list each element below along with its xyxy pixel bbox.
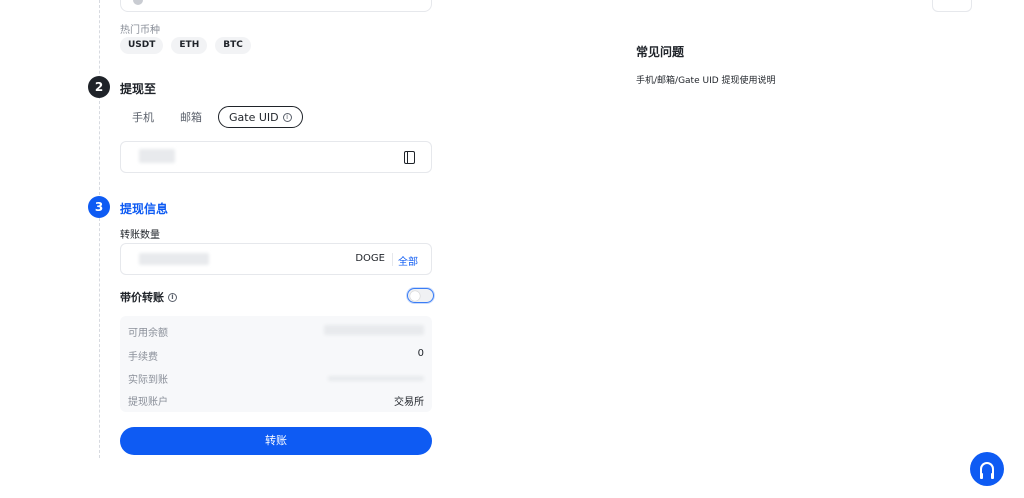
summary-row: 手续费 0 [128, 348, 424, 364]
step-3-title: 提现信息 [120, 202, 169, 216]
redacted-balance-value [324, 325, 424, 335]
price-transfer-toggle[interactable] [407, 288, 434, 303]
summary-key: 实际到账 [128, 375, 168, 386]
price-transfer-label: 带价转账 i [120, 289, 177, 305]
tab-phone[interactable]: 手机 [122, 106, 164, 128]
coin-icon [133, 0, 143, 5]
step-connector-line [99, 0, 100, 200]
coin-select-input[interactable] [120, 0, 432, 12]
hot-coin-chip-btc[interactable]: BTC [215, 37, 251, 54]
faq-link[interactable]: 手机/邮箱/Gate UID 提现使用说明 [636, 73, 776, 86]
address-book-icon[interactable] [404, 151, 415, 164]
step-3-badge: 3 [88, 196, 110, 218]
redacted-uid-value [139, 149, 175, 163]
amount-unit: DOGE [355, 253, 385, 264]
amount-all-button[interactable]: 全部 [398, 253, 418, 268]
summary-row: 可用余额 [128, 324, 424, 340]
hot-coin-chip-usdt[interactable]: USDT [120, 37, 164, 54]
step-2-title: 提现至 [120, 82, 157, 96]
summary-value: 交易所 [394, 397, 424, 408]
amount-divider [392, 253, 393, 266]
summary-key: 可用余额 [128, 328, 168, 339]
redacted-amount-value [139, 253, 209, 265]
summary-key: 提现账户 [128, 397, 168, 408]
transfer-button[interactable]: 转账 [120, 427, 432, 455]
price-transfer-text: 带价转账 [120, 291, 164, 304]
top-right-control[interactable] [932, 0, 972, 12]
toggle-knob [410, 290, 420, 301]
info-icon[interactable]: i [168, 292, 177, 302]
faq-title: 常见问题 [636, 45, 685, 59]
tab-gate-uid[interactable]: Gate UID i [218, 106, 303, 128]
tab-gate-uid-label: Gate UID [229, 110, 279, 124]
info-icon[interactable]: i [282, 112, 292, 122]
headset-icon [980, 462, 994, 479]
redacted-received-value [328, 376, 424, 381]
summary-value: 0 [417, 348, 424, 359]
hot-coins-label: 热门币种 [120, 25, 160, 36]
withdraw-target-tabs: 手机 邮箱 Gate UID i [122, 106, 303, 128]
hot-coins-list: USDT ETH BTC [120, 37, 251, 54]
step-2-badge: 2 [88, 76, 110, 98]
summary-row: 提现账户 交易所 [128, 393, 424, 409]
amount-input[interactable]: DOGE 全部 [120, 243, 432, 275]
amount-label: 转账数量 [120, 230, 160, 241]
withdraw-page: 热门币种 USDT ETH BTC 2 提现至 手机 邮箱 Gate UID i… [0, 0, 1024, 498]
step-connector-line-2 [99, 218, 100, 458]
summary-row: 实际到账 [128, 371, 424, 387]
gate-uid-input[interactable] [120, 141, 432, 173]
summary-key: 手续费 [128, 352, 158, 363]
tab-email[interactable]: 邮箱 [170, 106, 212, 128]
customer-support-button[interactable] [970, 452, 1004, 486]
withdraw-summary: 可用余额 手续费 0 实际到账 提现账户 交易所 [120, 316, 432, 412]
hot-coin-chip-eth[interactable]: ETH [171, 37, 208, 54]
